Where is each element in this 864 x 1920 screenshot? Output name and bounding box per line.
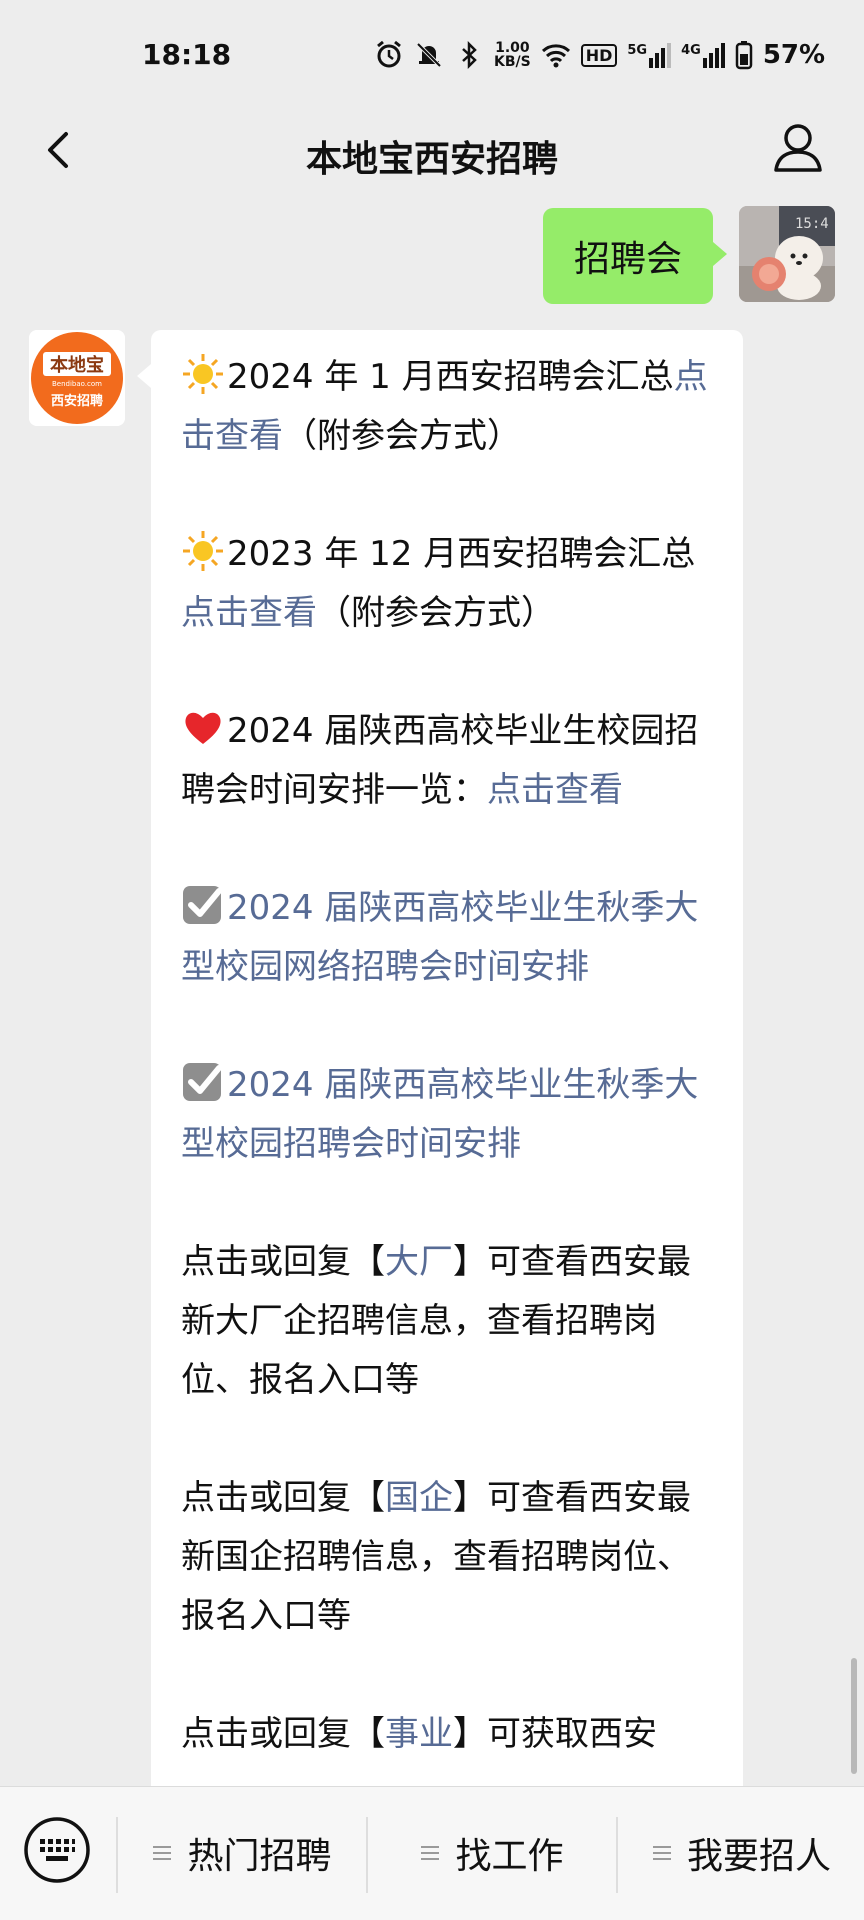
message-paragraph: 点击或回复【国企】可查看西安最新国企招聘信息，查看招聘岗位、报名入口等 xyxy=(181,1469,715,1646)
view-link[interactable]: 点击查看 xyxy=(181,593,317,633)
message-paragraph: 2024 届陕西高校毕业生秋季大型校园招聘会时间安排 xyxy=(181,1056,715,1174)
status-time: 18:18 xyxy=(142,38,232,71)
svg-text:本地宝: 本地宝 xyxy=(50,354,104,376)
message-paragraph: 2024 届陕西高校毕业生秋季大型校园网络招聘会时间安排 xyxy=(181,879,715,997)
menu-item-recruit[interactable]: 我要招人 xyxy=(618,1817,864,1889)
hd-badge: HD xyxy=(580,43,618,67)
user-avatar[interactable]: 15:4 xyxy=(739,206,835,302)
message-paragraph: 2024 年 1 月西安招聘会汇总点击查看（附参会方式） xyxy=(181,348,715,466)
menu-item-label: 我要招人 xyxy=(686,1836,831,1877)
battery-icon xyxy=(735,41,753,70)
keyword-link-dachang[interactable]: 大厂 xyxy=(385,1242,453,1282)
menu-item-hot-jobs[interactable]: 热门招聘 xyxy=(118,1817,365,1889)
keyword-link-guoqi[interactable]: 国企 xyxy=(385,1478,453,1518)
menu-bars-icon xyxy=(652,1846,671,1860)
svg-text:西安招聘: 西安招聘 xyxy=(51,393,103,409)
network-speed: 1.00 KB/S xyxy=(494,40,531,70)
heart-emoji-icon xyxy=(185,712,221,744)
bot-avatar[interactable]: 本地宝 Bendibao.com 西安招聘 xyxy=(29,330,125,426)
outgoing-message[interactable]: 招聘会 xyxy=(543,208,727,304)
message-text: 2023 年 12 月西安招聘会汇总 xyxy=(227,534,696,574)
profile-icon[interactable] xyxy=(766,116,830,180)
menu-item-label: 热门招聘 xyxy=(187,1836,332,1877)
message-text: 】可获取西安 xyxy=(453,1714,657,1754)
sun-emoji-icon xyxy=(183,354,223,394)
status-icons: 1.00 KB/S HD 5G 4G 57% xyxy=(374,38,825,72)
message-paragraph: 点击或回复【事业】可获取西安 xyxy=(181,1705,715,1764)
user-avatar-image: 15:4 xyxy=(739,206,835,302)
page-title: 本地宝西安招聘 xyxy=(305,139,558,180)
outgoing-message-text: 招聘会 xyxy=(573,239,682,280)
svg-text:Bendibao.com: Bendibao.com xyxy=(52,380,102,388)
message-text: 2024 年 1 月西安招聘会汇总 xyxy=(227,357,674,397)
wifi-icon xyxy=(541,44,570,68)
menu-item-find-job[interactable]: 找工作 xyxy=(368,1817,615,1889)
checkbox-emoji-icon xyxy=(183,886,222,924)
view-link[interactable]: 点击查看 xyxy=(487,770,623,810)
status-bar: 18:18 1.00 KB/S HD 5G 4G 57% xyxy=(0,0,864,110)
signal-4g: 4G xyxy=(681,42,725,68)
menu-bars-icon xyxy=(153,1846,172,1860)
message-suffix: （附参会方式） xyxy=(317,593,555,633)
message-suffix: （附参会方式） xyxy=(283,416,521,456)
svg-text:15:4: 15:4 xyxy=(795,216,829,232)
keyboard-icon[interactable] xyxy=(22,1815,92,1885)
message-paragraph: 点击或回复【大厂】可查看西安最新大厂企招聘信息，查看招聘岗位、报名入口等 xyxy=(181,1233,715,1410)
battery-percent: 57% xyxy=(762,40,826,70)
article-link[interactable]: 2024 届陕西高校毕业生秋季大型校园招聘会时间安排 xyxy=(181,1065,698,1164)
alarm-icon xyxy=(377,40,401,68)
message-text: 点击或回复【 xyxy=(181,1478,385,1518)
mute-bell-icon xyxy=(416,42,442,68)
chat-header: 本地宝西安招聘 xyxy=(0,100,864,200)
chat-area[interactable]: 招聘会 15:4 本地宝 Bendibao.com 西安招聘 2024 年 1 … xyxy=(0,200,864,1786)
message-text: 点击或回复【 xyxy=(181,1714,385,1754)
message-text: 点击或回复【 xyxy=(181,1242,385,1282)
keyword-link-shiye[interactable]: 事业 xyxy=(385,1714,453,1754)
scrollbar[interactable] xyxy=(851,1658,857,1774)
article-link[interactable]: 2024 届陕西高校毕业生秋季大型校园网络招聘会时间安排 xyxy=(181,888,698,987)
message-paragraph: 2024 届陕西高校毕业生校园招聘会时间安排一览：点击查看 xyxy=(181,702,715,820)
menu-bars-icon xyxy=(421,1846,440,1860)
bluetooth-icon xyxy=(462,40,477,70)
message-paragraph: 2023 年 12 月西安招聘会汇总点击查看（附参会方式） xyxy=(181,525,715,643)
bendibao-logo: 本地宝 Bendibao.com 西安招聘 xyxy=(29,330,125,426)
sun-emoji-icon xyxy=(183,531,223,571)
checkbox-emoji-icon xyxy=(183,1063,222,1101)
incoming-message: 2024 年 1 月西安招聘会汇总点击查看（附参会方式） 2023 年 12 月… xyxy=(137,330,743,1786)
menu-item-label: 找工作 xyxy=(455,1836,564,1877)
bottom-menu: 热门招聘 找工作 我要招人 xyxy=(0,1786,864,1920)
signal-5g: 5G xyxy=(627,42,672,68)
